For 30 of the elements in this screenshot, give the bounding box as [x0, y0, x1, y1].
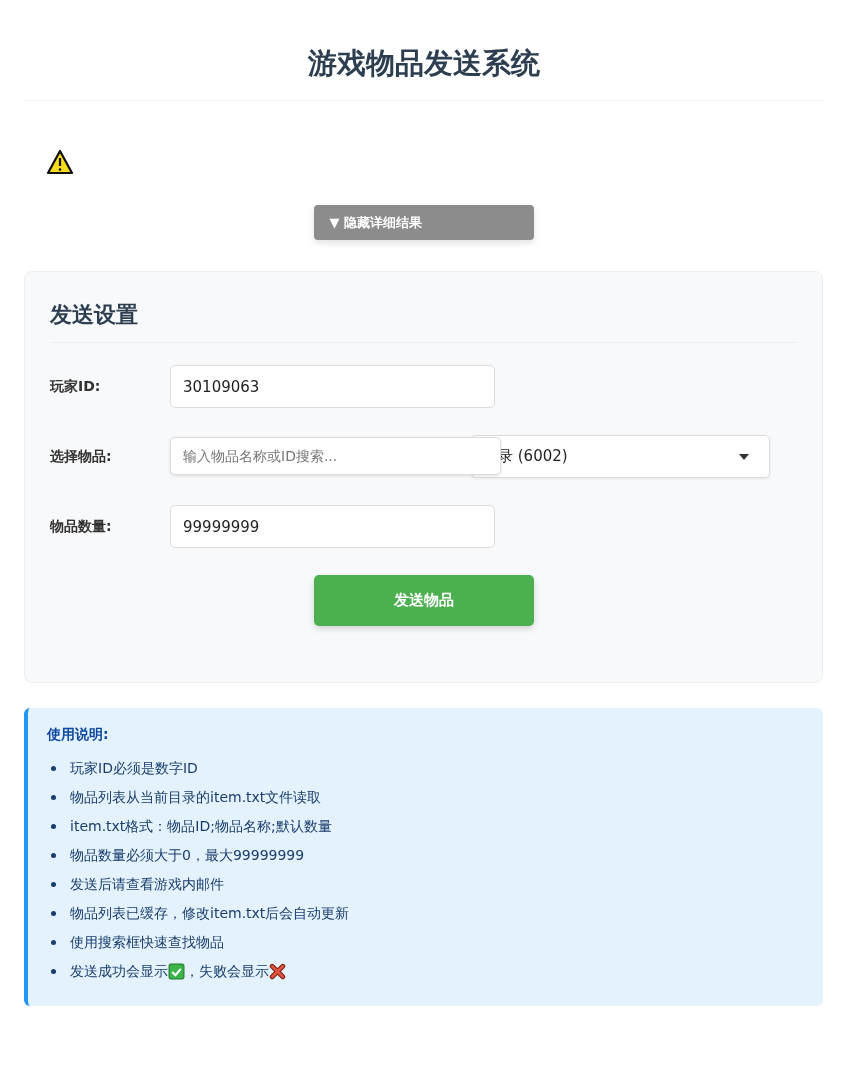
instruction-text: item.txt格式：物品ID;物品名称;默认数量	[70, 817, 332, 836]
caret-icon	[739, 453, 749, 460]
warning-icon	[46, 149, 74, 175]
instruction-text: 玩家ID必须是数字ID	[70, 759, 198, 778]
bullet-icon	[51, 853, 56, 858]
quantity-field[interactable]: 99999999	[170, 505, 495, 548]
instruction-text: 物品列表已缓存，修改item.txt后会自动更新	[70, 904, 350, 923]
bullet-icon	[51, 766, 56, 771]
instruction-text: 物品数量必须大于0，最大99999999	[70, 846, 305, 865]
instruction-text: 使用搜索框快速查找物品	[70, 933, 224, 952]
field-label: 选择物品:	[50, 447, 113, 466]
check-icon	[168, 963, 185, 980]
instructions-heading: 使用说明:	[47, 726, 110, 744]
player-id-field[interactable]: 30109063	[170, 365, 495, 408]
bullet-icon	[51, 882, 56, 887]
field-label: 玩家ID:	[50, 377, 102, 396]
bullet-icon	[51, 824, 56, 829]
item-search-field[interactable]: 输入物品名称或ID搜索...	[170, 437, 501, 475]
instruction-text: 发送后请查看游戏内邮件	[70, 875, 224, 894]
section-heading: 发送设置	[50, 300, 797, 343]
instruction-text: 物品列表从当前目录的item.txt文件读取	[70, 788, 322, 807]
field-label: 物品数量:	[50, 517, 113, 536]
bullet-icon	[51, 795, 56, 800]
bullet-icon	[51, 969, 56, 974]
bullet-icon	[51, 911, 56, 916]
page-title: 游戏物品发送系统	[24, 0, 823, 101]
cross-icon	[269, 963, 286, 980]
instruction-text: ，失败会显示	[185, 962, 269, 981]
bullet-icon	[51, 940, 56, 945]
instruction-text: 发送成功会显示	[70, 962, 168, 981]
